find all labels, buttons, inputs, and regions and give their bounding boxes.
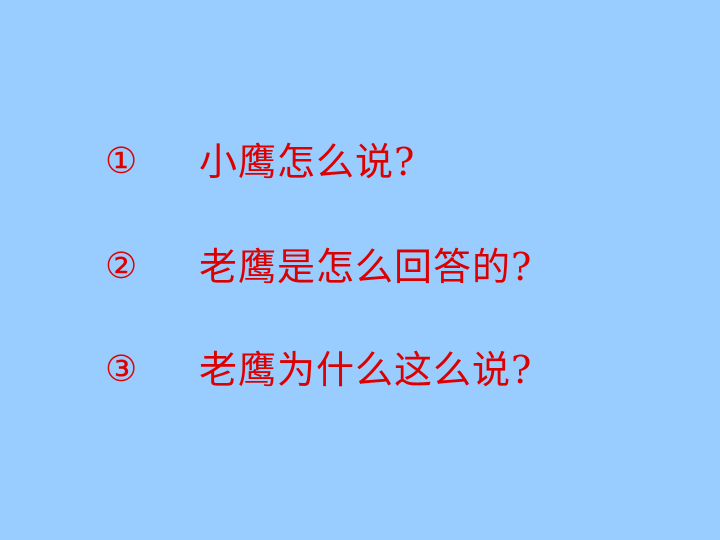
- question-3: ③ 老鹰为什么这么说?: [105, 345, 532, 395]
- question-text: 老鹰是怎么回答的?: [199, 245, 533, 289]
- question-2: ② 老鹰是怎么回答的?: [105, 242, 532, 292]
- question-text: 老鹰为什么这么说?: [199, 348, 533, 392]
- question-number: ②: [105, 246, 138, 287]
- question-1: ① 小鹰怎么说?: [105, 137, 415, 187]
- question-text: 小鹰怎么说?: [199, 140, 416, 184]
- slide: ① 小鹰怎么说? ② 老鹰是怎么回答的? ③ 老鹰为什么这么说?: [0, 0, 720, 540]
- question-number: ①: [105, 141, 138, 182]
- question-number: ③: [105, 349, 138, 390]
